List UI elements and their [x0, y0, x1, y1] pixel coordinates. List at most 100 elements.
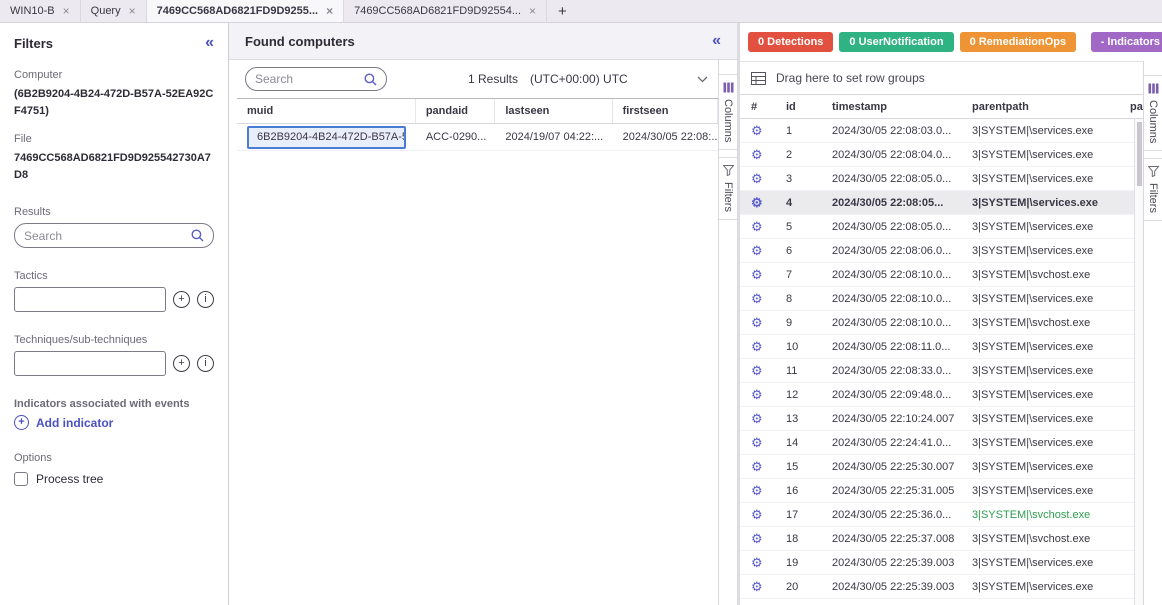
gear-icon[interactable]: ⚙	[751, 556, 763, 570]
gear-icon[interactable]: ⚙	[751, 508, 763, 522]
gear-icon[interactable]: ⚙	[751, 292, 763, 306]
event-row[interactable]: ⚙142024/30/05 22:24:41.0...3|SYSTEM|\ser…	[740, 431, 1143, 455]
found-computers-title: Found computers	[245, 34, 355, 49]
computer-lastseen-cell: 2024/19/07 04:22:...	[495, 126, 612, 149]
tab-7469cc568ad6821fd9d9255[interactable]: 7469CC568AD6821FD9D9255...×	[147, 0, 344, 22]
gear-icon[interactable]: ⚙	[751, 220, 763, 234]
gear-icon[interactable]: ⚙	[751, 124, 763, 138]
gear-icon[interactable]: ⚙	[751, 388, 763, 402]
gear-icon[interactable]: ⚙	[751, 412, 763, 426]
column-header-parentpath[interactable]: parentpath	[972, 101, 1130, 113]
column-header-pandaid[interactable]: pandaid	[416, 99, 496, 123]
event-row[interactable]: ⚙152024/30/05 22:25:30.0073|SYSTEM|\serv…	[740, 455, 1143, 479]
gear-icon[interactable]: ⚙	[751, 148, 763, 162]
gear-icon[interactable]: ⚙	[751, 340, 763, 354]
close-tab-icon[interactable]: ×	[129, 5, 136, 17]
add-indicator-button[interactable]: + Add indicator	[14, 415, 214, 430]
gear-icon[interactable]: ⚙	[751, 580, 763, 594]
gear-icon[interactable]: ⚙	[751, 484, 763, 498]
computers-filters-tab[interactable]: Filters	[719, 157, 737, 220]
tab-win10-b[interactable]: WIN10-B×	[0, 0, 81, 22]
event-row[interactable]: ⚙202024/30/05 22:25:39.0033|SYSTEM|\serv…	[740, 575, 1143, 599]
column-header-hash[interactable]: #	[740, 101, 786, 113]
tab-7469cc568ad6821fd9d92554[interactable]: 7469CC568AD6821FD9D92554...×	[344, 0, 547, 22]
gear-icon[interactable]: ⚙	[751, 436, 763, 450]
event-row[interactable]: ⚙132024/30/05 22:10:24.0073|SYSTEM|\serv…	[740, 407, 1143, 431]
event-row[interactable]: ⚙12024/30/05 22:08:03.0...3|SYSTEM|\serv…	[740, 119, 1143, 143]
techniques-add-icon[interactable]: +	[173, 355, 190, 372]
computers-search-input[interactable]	[255, 72, 364, 86]
tactics-input[interactable]	[14, 287, 166, 312]
event-row[interactable]: ⚙52024/30/05 22:08:05.0...3|SYSTEM|\serv…	[740, 215, 1143, 239]
column-header-firstseen[interactable]: firstseen	[613, 99, 718, 123]
techniques-input[interactable]	[14, 351, 166, 376]
gear-icon[interactable]: ⚙	[751, 532, 763, 546]
event-row[interactable]: ⚙92024/30/05 22:08:10.0...3|SYSTEM|\svch…	[740, 311, 1143, 335]
gear-icon[interactable]: ⚙	[751, 268, 763, 282]
close-tab-icon[interactable]: ×	[63, 5, 70, 17]
event-row[interactable]: ⚙172024/30/05 22:25:36.0...3|SYSTEM|\svc…	[740, 503, 1143, 527]
techniques-info-icon[interactable]: i	[197, 355, 214, 372]
column-header-lastseen[interactable]: lastseen	[495, 99, 612, 123]
event-id: 6	[786, 245, 832, 257]
event-row[interactable]: ⚙192024/30/05 22:25:39.0033|SYSTEM|\serv…	[740, 551, 1143, 575]
gear-icon[interactable]: ⚙	[751, 196, 763, 210]
add-tab-button[interactable]: +	[547, 0, 578, 22]
column-header-timestamp[interactable]: timestamp	[832, 101, 972, 113]
computer-row[interactable]: 6B2B9204-4B24-472D-B57A-52E... ACC-0290.…	[237, 124, 718, 151]
row-groups-icon	[751, 72, 766, 85]
event-row[interactable]: ⚙72024/30/05 22:08:10.0...3|SYSTEM|\svch…	[740, 263, 1143, 287]
event-id: 15	[786, 461, 832, 473]
event-row[interactable]: ⚙42024/30/05 22:08:05...3|SYSTEM|\servic…	[740, 191, 1143, 215]
column-header-id[interactable]: id	[786, 101, 832, 113]
gear-icon[interactable]: ⚙	[751, 244, 763, 258]
event-parentpath: 3|SYSTEM|\services.exe	[972, 557, 1130, 569]
column-header-muid[interactable]: muid	[237, 99, 416, 123]
gear-icon[interactable]: ⚙	[751, 460, 763, 474]
timezone-select[interactable]: (UTC+00:00) UTC	[530, 72, 708, 86]
status-badge[interactable]: 0 Detections	[748, 32, 833, 52]
computers-columns-tab[interactable]: Columns	[719, 74, 737, 150]
close-tab-icon[interactable]: ×	[529, 5, 536, 17]
event-row[interactable]: ⚙82024/30/05 22:08:10.0...3|SYSTEM|\serv…	[740, 287, 1143, 311]
gear-icon[interactable]: ⚙	[751, 316, 763, 330]
tactics-info-icon[interactable]: i	[197, 291, 214, 308]
event-row[interactable]: ⚙32024/30/05 22:08:05.0...3|SYSTEM|\serv…	[740, 167, 1143, 191]
column-header-pa[interactable]: pa	[1130, 101, 1143, 113]
event-row[interactable]: ⚙162024/30/05 22:25:31.0053|SYSTEM|\serv…	[740, 479, 1143, 503]
event-timestamp: 2024/30/05 22:08:03.0...	[832, 125, 972, 137]
tactics-add-icon[interactable]: +	[173, 291, 190, 308]
event-parentpath: 3|SYSTEM|\services.exe	[972, 149, 1130, 161]
gear-icon[interactable]: ⚙	[751, 364, 763, 378]
event-row[interactable]: ⚙102024/30/05 22:08:11.0...3|SYSTEM|\ser…	[740, 335, 1143, 359]
event-row[interactable]: ⚙22024/30/05 22:08:04.0...3|SYSTEM|\serv…	[740, 143, 1143, 167]
collapse-filters-icon[interactable]: «	[205, 35, 214, 51]
process-tree-checkbox[interactable]	[14, 472, 28, 486]
gear-icon[interactable]: ⚙	[751, 172, 763, 186]
event-row[interactable]: ⚙182024/30/05 22:25:37.0083|SYSTEM|\svch…	[740, 527, 1143, 551]
event-timestamp: 2024/30/05 22:08:11.0...	[832, 341, 972, 353]
event-timestamp: 2024/30/05 22:08:06.0...	[832, 245, 972, 257]
results-label: Results	[14, 206, 214, 218]
status-badge[interactable]: - Indicators	[1091, 32, 1162, 52]
close-tab-icon[interactable]: ×	[326, 5, 333, 17]
tab-query[interactable]: Query×	[81, 0, 147, 22]
event-parentpath: 3|SYSTEM|\services.exe	[972, 197, 1130, 209]
status-badge[interactable]: 0 UserNotification	[839, 32, 953, 52]
event-parentpath: 3|SYSTEM|\svchost.exe	[972, 533, 1130, 545]
row-group-drop-zone[interactable]: Drag here to set row groups	[740, 61, 1143, 95]
scrollbar-thumb[interactable]	[1137, 122, 1142, 186]
add-indicator-label: Add indicator	[36, 416, 113, 430]
events-columns-tab[interactable]: Columns	[1144, 75, 1162, 151]
event-row[interactable]: ⚙112024/30/05 22:08:33.0...3|SYSTEM|\ser…	[740, 359, 1143, 383]
vertical-scrollbar[interactable]	[1134, 119, 1143, 605]
status-badge[interactable]: 0 RemediationOps	[960, 32, 1077, 52]
event-parentpath: 3|SYSTEM|\svchost.exe	[972, 317, 1130, 329]
event-row[interactable]: ⚙62024/30/05 22:08:06.0...3|SYSTEM|\serv…	[740, 239, 1143, 263]
event-row[interactable]: ⚙122024/30/05 22:09:48.0...3|SYSTEM|\ser…	[740, 383, 1143, 407]
results-search-input[interactable]	[24, 229, 191, 243]
collapse-computers-icon[interactable]: «	[712, 33, 721, 49]
computer-muid-cell[interactable]: 6B2B9204-4B24-472D-B57A-52E...	[247, 126, 406, 149]
event-timestamp: 2024/30/05 22:08:05.0...	[832, 221, 972, 233]
events-filters-tab[interactable]: Filters	[1144, 158, 1162, 221]
